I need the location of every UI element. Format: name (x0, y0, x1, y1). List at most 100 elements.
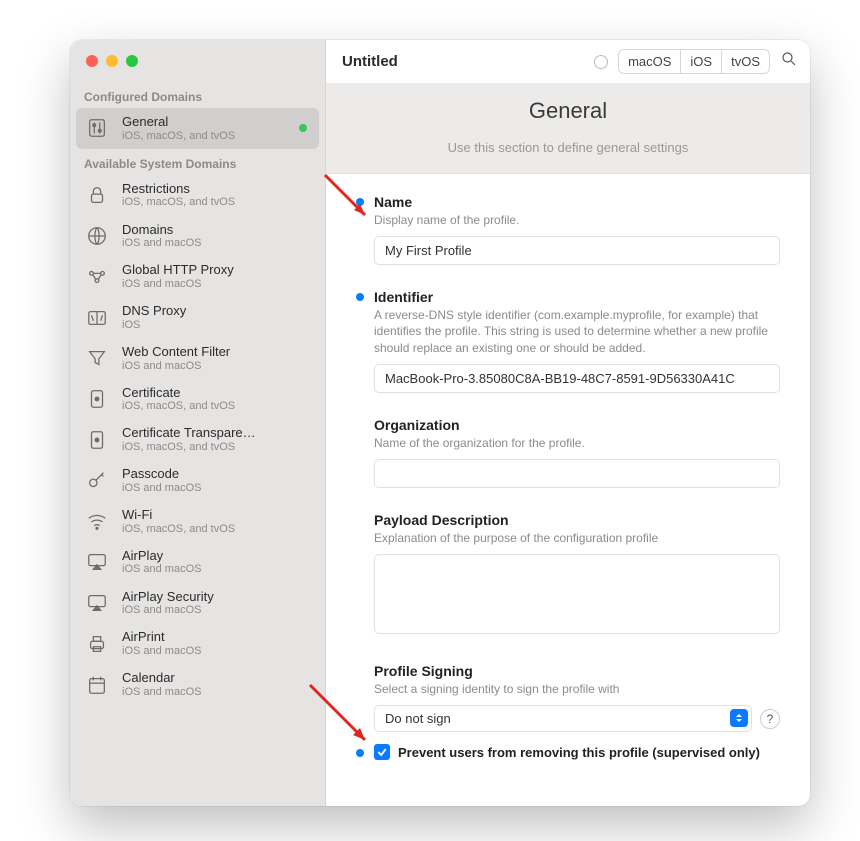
field-payload-description: Payload Description Explanation of the p… (356, 512, 780, 639)
select-arrows-icon (730, 709, 748, 727)
sidebar-item-general[interactable]: General iOS, macOS, and tvOS (76, 108, 319, 149)
sidebar-item-sub: iOS, macOS, and tvOS (122, 196, 311, 209)
general-form: Name Display name of the profile. Identi… (326, 174, 810, 806)
required-bullet (356, 198, 364, 206)
sidebar-item-wi-fi[interactable]: Wi-FiiOS, macOS, and tvOS (76, 501, 319, 542)
sidebar-item-label: Passcode (122, 466, 311, 482)
sidebar: Configured Domains General iOS, macOS, a… (70, 40, 326, 806)
signing-select-value: Do not sign (385, 711, 451, 726)
sidebar-item-sub: iOS, macOS, and tvOS (122, 130, 287, 143)
dns-icon (84, 305, 110, 331)
sidebar-item-label: AirPrint (122, 629, 311, 645)
globe-icon (84, 223, 110, 249)
close-window-button[interactable] (86, 55, 98, 67)
prevent-removal-checkbox[interactable] (374, 744, 390, 760)
identifier-desc: A reverse-DNS style identifier (com.exam… (374, 307, 780, 356)
sidebar-item-label: DNS Proxy (122, 303, 311, 319)
platform-tvos[interactable]: tvOS (721, 50, 769, 73)
sidebar-item-airplay[interactable]: AirPlayiOS and macOS (76, 542, 319, 583)
toolbar: Untitled macOS iOS tvOS (326, 40, 810, 84)
unsaved-indicator (594, 55, 608, 69)
key-icon (84, 468, 110, 494)
sidebar-item-calendar[interactable]: CalendariOS and macOS (76, 664, 319, 705)
sidebar-item-certificate-transpare-[interactable]: Certificate Transpare…iOS, macOS, and tv… (76, 419, 319, 460)
payload-label: Payload Description (374, 512, 780, 528)
sidebar-item-passcode[interactable]: PasscodeiOS and macOS (76, 460, 319, 501)
signing-select[interactable]: Do not sign (374, 705, 752, 732)
organization-desc: Name of the organization for the profile… (374, 435, 780, 451)
configured-domains-list: General iOS, macOS, and tvOS (70, 108, 325, 149)
sidebar-item-sub: iOS (122, 319, 311, 332)
sidebar-item-web-content-filter[interactable]: Web Content FilteriOS and macOS (76, 338, 319, 379)
sidebar-item-dns-proxy[interactable]: DNS ProxyiOS (76, 297, 319, 338)
platform-macos[interactable]: macOS (619, 50, 680, 73)
sidebar-item-sub: iOS and macOS (122, 563, 311, 576)
sidebar-item-label: General (122, 114, 287, 130)
sidebar-item-global-http-proxy[interactable]: Global HTTP ProxyiOS and macOS (76, 256, 319, 297)
window-controls (70, 40, 325, 82)
sidebar-item-sub: iOS, macOS, and tvOS (122, 400, 311, 413)
panel-title: General (326, 98, 810, 124)
sidebar-item-label: Global HTTP Proxy (122, 262, 311, 278)
name-input[interactable] (374, 236, 780, 265)
sidebar-item-certificate[interactable]: CertificateiOS, macOS, and tvOS (76, 379, 319, 420)
sidebar-item-sub: iOS and macOS (122, 604, 311, 617)
sidebar-item-label: Domains (122, 222, 311, 238)
configured-domains-header: Configured Domains (70, 82, 325, 108)
sidebar-item-label: Web Content Filter (122, 344, 311, 360)
organization-input[interactable] (374, 459, 780, 488)
available-domains-list: RestrictionsiOS, macOS, and tvOSDomainsi… (70, 175, 325, 705)
sidebar-item-label: Restrictions (122, 181, 311, 197)
sidebar-item-label: AirPlay Security (122, 589, 311, 605)
sidebar-item-airplay-security[interactable]: AirPlay SecurityiOS and macOS (76, 583, 319, 624)
field-profile-signing: Profile Signing Select a signing identit… (356, 663, 780, 732)
airplay-icon (84, 590, 110, 616)
sidebar-item-domains[interactable]: DomainsiOS and macOS (76, 216, 319, 257)
sidebar-item-sub: iOS and macOS (122, 686, 311, 699)
sidebar-item-sub: iOS and macOS (122, 645, 311, 658)
signing-desc: Select a signing identity to sign the pr… (374, 681, 780, 697)
payload-desc: Explanation of the purpose of the config… (374, 530, 780, 546)
payload-input[interactable] (374, 554, 780, 634)
status-dot-configured (299, 124, 307, 132)
printer-icon (84, 631, 110, 657)
required-bullet (356, 293, 364, 301)
required-bullet (356, 749, 364, 757)
certificate-icon (84, 386, 110, 412)
field-name: Name Display name of the profile. (356, 194, 780, 265)
sidebar-item-sub: iOS, macOS, and tvOS (122, 523, 311, 536)
signing-label: Profile Signing (374, 663, 780, 679)
profile-editor-window: Configured Domains General iOS, macOS, a… (70, 40, 810, 806)
panel-hint: Use this section to define general setti… (326, 140, 810, 155)
name-label: Name (374, 194, 780, 210)
field-prevent-removal: Prevent users from removing this profile… (356, 744, 780, 760)
maximize-window-button[interactable] (126, 55, 138, 67)
sidebar-item-label: Wi-Fi (122, 507, 311, 523)
funnel-icon (84, 345, 110, 371)
sliders-icon (84, 115, 110, 141)
minimize-window-button[interactable] (106, 55, 118, 67)
panel-header: General Use this section to define gener… (326, 84, 810, 174)
sidebar-item-sub: iOS, macOS, and tvOS (122, 441, 311, 454)
available-domains-header: Available System Domains (70, 149, 325, 175)
calendar-icon (84, 672, 110, 698)
field-identifier: Identifier A reverse-DNS style identifie… (356, 289, 780, 393)
certificate-icon (84, 427, 110, 453)
platform-ios[interactable]: iOS (680, 50, 721, 73)
sidebar-item-airprint[interactable]: AirPrintiOS and macOS (76, 623, 319, 664)
signing-help-button[interactable]: ? (760, 709, 780, 729)
wifi-icon (84, 508, 110, 534)
prevent-removal-label: Prevent users from removing this profile… (398, 745, 760, 760)
sidebar-item-sub: iOS and macOS (122, 482, 311, 495)
identifier-input[interactable] (374, 364, 780, 393)
sidebar-item-label: Calendar (122, 670, 311, 686)
search-icon[interactable] (780, 50, 798, 73)
sidebar-item-sub: iOS and macOS (122, 278, 311, 291)
organization-label: Organization (374, 417, 780, 433)
sidebar-item-label: Certificate (122, 385, 311, 401)
proxy-icon (84, 264, 110, 290)
name-desc: Display name of the profile. (374, 212, 780, 228)
sidebar-item-label: AirPlay (122, 548, 311, 564)
airplay-icon (84, 549, 110, 575)
sidebar-item-restrictions[interactable]: RestrictionsiOS, macOS, and tvOS (76, 175, 319, 216)
